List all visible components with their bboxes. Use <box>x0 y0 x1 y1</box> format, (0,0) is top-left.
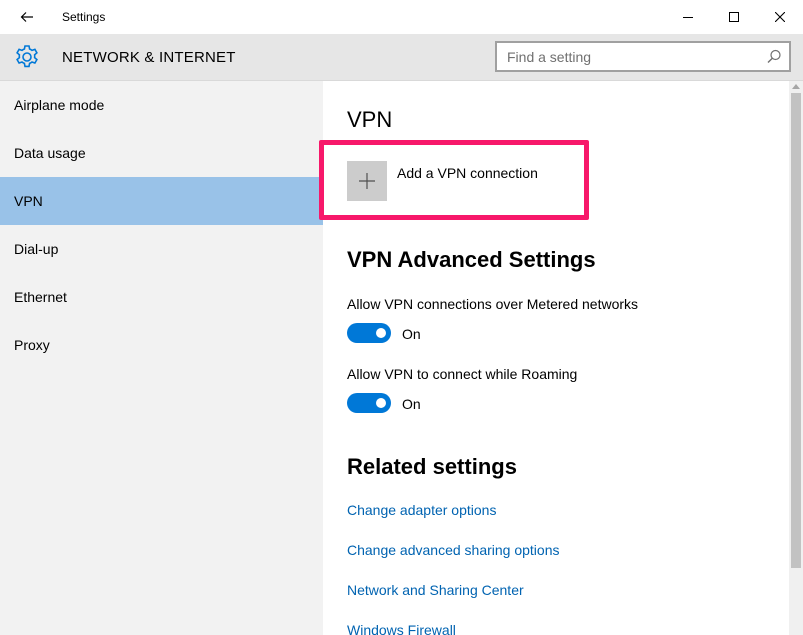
title-bar: Settings <box>0 0 803 34</box>
roaming-toggle-state: On <box>402 396 421 412</box>
metered-toggle-state: On <box>402 326 421 342</box>
sidebar-item-label: VPN <box>14 193 43 209</box>
roaming-setting-label: Allow VPN to connect while Roaming <box>347 366 578 382</box>
close-icon <box>775 12 785 22</box>
settings-header: NETWORK & INTERNET <box>0 34 803 81</box>
maximize-button[interactable] <box>711 0 757 34</box>
link-change-adapter-options[interactable]: Change adapter options <box>347 502 496 518</box>
roaming-toggle[interactable] <box>347 393 391 413</box>
window-title: Settings <box>62 10 106 24</box>
sidebar-item-label: Data usage <box>14 145 86 161</box>
search-box[interactable] <box>495 41 791 72</box>
related-settings-heading: Related settings <box>347 454 517 479</box>
sidebar-item-label: Airplane mode <box>14 97 105 113</box>
advanced-settings-heading: VPN Advanced Settings <box>347 247 596 272</box>
section-title: NETWORK & INTERNET <box>62 49 236 66</box>
gear-icon <box>16 45 38 68</box>
sidebar-item-ethernet[interactable]: Ethernet <box>0 273 323 321</box>
scrollbar-thumb[interactable] <box>791 93 801 568</box>
sidebar-item-dial-up[interactable]: Dial-up <box>0 225 323 273</box>
link-change-advanced-sharing[interactable]: Change advanced sharing options <box>347 542 560 558</box>
metered-setting-label: Allow VPN connections over Metered netwo… <box>347 296 639 312</box>
minimize-icon <box>683 17 693 18</box>
search-icon[interactable] <box>765 48 783 66</box>
close-button[interactable] <box>757 0 803 34</box>
sidebar-item-airplane-mode[interactable]: Airplane mode <box>0 81 323 129</box>
main-content: VPN Add a VPN connection VPN Advanced Se… <box>319 81 789 635</box>
toggle-knob <box>376 398 386 408</box>
sidebar-nav: Airplane mode Data usage VPN Dial-up Eth… <box>0 81 323 635</box>
sidebar-item-label: Ethernet <box>14 289 67 305</box>
back-button[interactable] <box>10 2 44 32</box>
back-arrow-icon <box>20 12 33 22</box>
search-input[interactable] <box>497 43 761 70</box>
link-windows-firewall[interactable]: Windows Firewall <box>347 622 456 635</box>
plus-icon <box>359 173 375 189</box>
sidebar-item-label: Dial-up <box>14 241 59 257</box>
sidebar-item-proxy[interactable]: Proxy <box>0 321 323 369</box>
sidebar-item-vpn[interactable]: VPN <box>0 177 323 225</box>
sidebar-item-data-usage[interactable]: Data usage <box>0 129 323 177</box>
metered-toggle[interactable] <box>347 323 391 343</box>
link-network-sharing-center[interactable]: Network and Sharing Center <box>347 582 524 598</box>
add-vpn-label[interactable]: Add a VPN connection <box>397 165 538 181</box>
scroll-up-arrow-icon[interactable] <box>792 84 800 89</box>
sidebar-item-label: Proxy <box>14 337 50 353</box>
maximize-icon <box>729 12 739 22</box>
toggle-knob <box>376 328 386 338</box>
add-vpn-button[interactable] <box>347 161 387 201</box>
vpn-heading: VPN <box>347 107 393 132</box>
minimize-button[interactable] <box>665 0 711 34</box>
scrollbar[interactable] <box>789 81 803 635</box>
